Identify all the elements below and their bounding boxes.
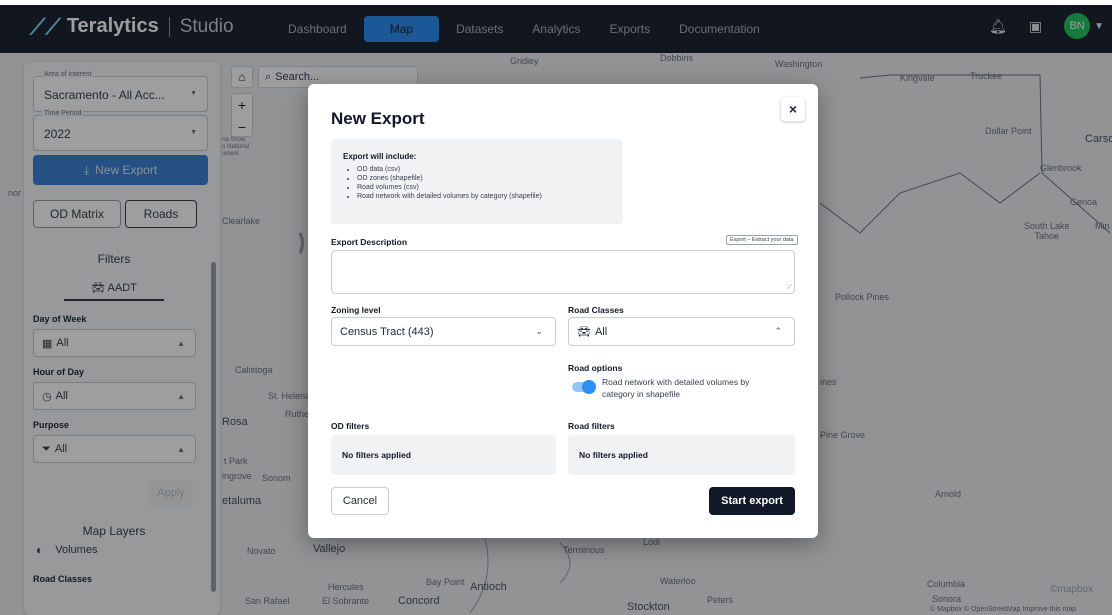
road-filters-label: Road filters	[568, 421, 615, 431]
road-classes-label: Road Classes	[568, 305, 624, 315]
cancel-button[interactable]: Cancel	[331, 487, 389, 515]
export-description-input[interactable]: ⟋	[331, 250, 795, 294]
resize-handle-icon[interactable]: ⟋	[787, 284, 792, 292]
road-options-label: Road options	[568, 363, 623, 373]
chevron-down-icon: ⌄	[535, 326, 543, 336]
list-item: OD data (csv)	[357, 165, 611, 174]
list-item: Road network with detailed volumes by ca…	[357, 192, 611, 201]
tooltip: Export – Extract your data	[726, 235, 798, 245]
includes-title: Export will include:	[343, 152, 417, 161]
od-filters-label: OD filters	[331, 421, 370, 431]
od-filters-box: No filters applied	[331, 435, 556, 475]
car-icon: 🚘︎	[577, 326, 591, 338]
list-item: Road volumes (csv)	[357, 183, 611, 192]
new-export-dialog: New Export × Export will include: OD dat…	[308, 84, 818, 538]
zoning-level-label: Zoning level	[331, 305, 381, 315]
road-filters-box: No filters applied	[568, 435, 795, 475]
zoning-value: Census Tract (443)	[340, 325, 434, 338]
road-filters-value: No filters applied	[579, 450, 648, 460]
road-classes-select[interactable]: 🚘︎ All ⌃	[568, 317, 795, 346]
close-button[interactable]: ×	[781, 97, 805, 121]
chevron-up-icon: ⌃	[774, 326, 782, 336]
od-filters-value: No filters applied	[342, 450, 411, 460]
list-item: OD zones (shapefile)	[357, 174, 611, 183]
road-classes-value: All	[594, 325, 608, 338]
dialog-title: New Export	[331, 109, 425, 128]
export-includes-box: Export will include: OD data (csv) OD zo…	[331, 139, 623, 224]
zoning-level-select[interactable]: Census Tract (443) ⌄	[331, 317, 556, 346]
includes-list: OD data (csv) OD zones (shapefile) Road …	[343, 165, 611, 201]
road-option-row: Road network with detailed volumes by ca…	[572, 376, 752, 400]
start-export-button[interactable]: Start export	[709, 487, 795, 515]
road-option-text: Road network with detailed volumes by ca…	[602, 377, 750, 399]
close-icon: ×	[788, 101, 798, 117]
road-network-toggle[interactable]	[572, 380, 596, 394]
toggle-knob	[582, 380, 596, 394]
description-label: Export Description	[331, 237, 408, 247]
